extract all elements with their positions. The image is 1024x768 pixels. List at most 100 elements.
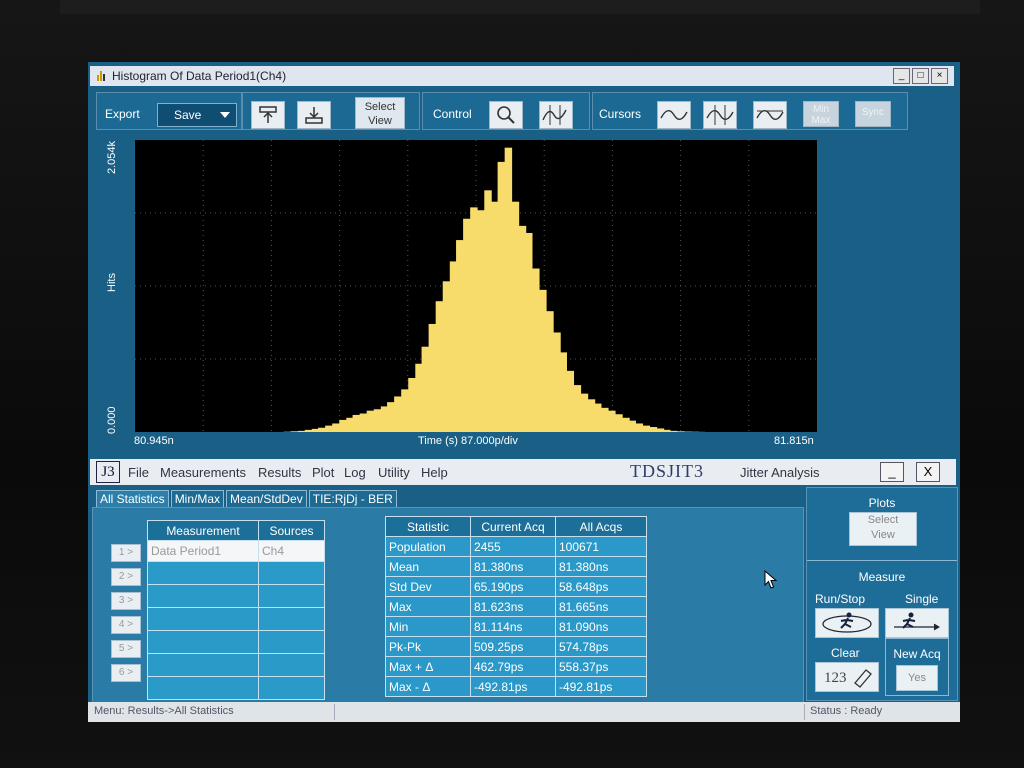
cursor-mode-1-button[interactable] bbox=[657, 101, 691, 129]
single-button[interactable] bbox=[885, 608, 949, 638]
cursors-label: Cursors bbox=[599, 107, 642, 121]
table-row[interactable] bbox=[147, 561, 325, 585]
move-down-button[interactable] bbox=[297, 101, 331, 129]
save-dropdown[interactable]: Save bbox=[157, 103, 237, 127]
vertical-cursor-icon bbox=[706, 105, 734, 125]
table-row[interactable] bbox=[147, 653, 325, 677]
cursor-mode-3-button[interactable] bbox=[753, 101, 787, 129]
measurement-table: Measurement Sources Data Period1 Ch4 bbox=[147, 520, 325, 700]
histogram-bar bbox=[477, 210, 485, 432]
histogram-bar bbox=[297, 430, 306, 432]
histogram-bar bbox=[290, 431, 299, 432]
menu-results[interactable]: Results bbox=[258, 465, 301, 480]
cursor-mode-2-button[interactable] bbox=[703, 101, 737, 129]
table-row[interactable]: Std Dev 65.190ps 58.648ps bbox=[385, 576, 647, 597]
histogram-bar bbox=[428, 323, 437, 432]
app-close-button[interactable]: X bbox=[916, 462, 940, 482]
min-max-button[interactable]: Min Max bbox=[803, 101, 839, 127]
row-select-button[interactable]: 4 > bbox=[111, 616, 141, 634]
new-acq-label: New Acq bbox=[893, 647, 941, 661]
menu-measurements[interactable]: Measurements bbox=[160, 465, 246, 480]
tab-mean-stddev[interactable]: Mean/StdDev bbox=[226, 490, 307, 508]
measurement-cell bbox=[147, 561, 259, 585]
sources-cell bbox=[258, 653, 325, 677]
screen: Histogram Of Data Period1(Ch4) _ □ × Exp… bbox=[88, 62, 960, 722]
sync-button[interactable]: Sync bbox=[855, 101, 891, 127]
menu-file[interactable]: File bbox=[128, 465, 149, 480]
current-acq-cell: -492.81ps bbox=[470, 676, 556, 697]
cursors-group: Cursors Min Max Sync bbox=[592, 92, 908, 130]
tab-tie-rjdj-ber[interactable]: TIE:RjDj - BER bbox=[308, 490, 397, 508]
minimize-button[interactable]: _ bbox=[893, 68, 910, 84]
histogram-bar bbox=[615, 414, 623, 432]
sources-cell: Ch4 bbox=[258, 540, 325, 562]
x-min-label: 80.945n bbox=[134, 435, 174, 447]
new-acq-yes-button[interactable]: Yes bbox=[896, 665, 938, 691]
menu-utility[interactable]: Utility bbox=[378, 465, 410, 480]
product-name: TDSJIT3 bbox=[630, 461, 704, 481]
row-select-button[interactable]: 1 > bbox=[111, 544, 141, 562]
menu-plot[interactable]: Plot bbox=[312, 465, 334, 480]
histogram-bar bbox=[559, 352, 567, 432]
table-row[interactable] bbox=[147, 676, 325, 700]
table-row[interactable] bbox=[147, 630, 325, 654]
histogram-bar bbox=[325, 425, 333, 432]
measurement-cell bbox=[147, 676, 259, 700]
menu-help[interactable]: Help bbox=[421, 465, 448, 480]
current-acq-cell: 81.623ns bbox=[470, 596, 556, 617]
table-row[interactable]: Data Period1 Ch4 bbox=[147, 540, 325, 562]
histogram-bar bbox=[421, 346, 430, 432]
magnifier-icon bbox=[497, 106, 515, 124]
all-acqs-cell: 58.648ps bbox=[555, 576, 647, 597]
statistic-header: Statistic bbox=[385, 516, 471, 537]
table-row[interactable]: Pk-Pk 509.25ps 574.78ps bbox=[385, 636, 647, 657]
run-stop-button[interactable] bbox=[815, 608, 879, 638]
table-row[interactable]: Max 81.623ns 81.665ns bbox=[385, 596, 647, 617]
table-row[interactable]: Max - Δ -492.81ps -492.81ps bbox=[385, 676, 647, 697]
status-text: Status : Ready bbox=[810, 705, 883, 717]
measurement-cell bbox=[147, 584, 259, 608]
select-view-button[interactable]: Select View bbox=[355, 97, 405, 129]
clear-button[interactable]: 123 bbox=[815, 662, 879, 692]
histogram-bar bbox=[504, 147, 513, 432]
close-button[interactable]: × bbox=[931, 68, 948, 84]
table-row[interactable]: Min 81.114ns 81.090ns bbox=[385, 616, 647, 637]
plots-select-view-button[interactable]: Select View bbox=[849, 512, 917, 546]
histogram-bar bbox=[525, 232, 533, 432]
divider bbox=[807, 560, 957, 561]
histogram-bar bbox=[642, 425, 651, 432]
current-acq-cell: 81.380ns bbox=[470, 556, 556, 577]
histogram-bar bbox=[497, 161, 506, 432]
run-stop-label: Run/Stop bbox=[815, 592, 866, 606]
row-select-button[interactable]: 6 > bbox=[111, 664, 141, 682]
statistic-cell: Population bbox=[385, 536, 471, 557]
row-select-button[interactable]: 5 > bbox=[111, 640, 141, 658]
table-row[interactable] bbox=[147, 607, 325, 631]
histogram-bar bbox=[649, 427, 658, 432]
waveform-control-button[interactable] bbox=[539, 101, 573, 129]
table-row[interactable]: Mean 81.380ns 81.380ns bbox=[385, 556, 647, 577]
tab-min-max[interactable]: Min/Max bbox=[170, 490, 225, 508]
table-row[interactable]: Population 2455 100671 bbox=[385, 536, 647, 557]
statistic-cell: Std Dev bbox=[385, 576, 471, 597]
menu-log[interactable]: Log bbox=[344, 465, 366, 480]
table-row[interactable] bbox=[147, 584, 325, 608]
maximize-button[interactable]: □ bbox=[912, 68, 929, 84]
divider bbox=[334, 704, 335, 720]
histogram-plot[interactable] bbox=[135, 140, 817, 432]
select-view-line1: Select bbox=[364, 101, 396, 113]
statistic-cell: Max - Δ bbox=[385, 676, 471, 697]
row-select-button[interactable]: 3 > bbox=[111, 592, 141, 610]
move-up-button[interactable] bbox=[251, 101, 285, 129]
histogram-bar bbox=[601, 407, 609, 432]
table-row[interactable]: Max + Δ 462.79ps 558.37ps bbox=[385, 656, 647, 677]
app-minimize-button[interactable]: _ bbox=[880, 462, 904, 482]
row-select-button[interactable]: 2 > bbox=[111, 568, 141, 586]
tab-all-statistics[interactable]: All Statistics bbox=[96, 490, 169, 508]
histogram-bar bbox=[573, 385, 582, 432]
histogram-bar bbox=[456, 240, 464, 432]
zoom-button[interactable] bbox=[489, 101, 523, 129]
min-max-line1: Min bbox=[812, 104, 830, 115]
histogram-bar bbox=[566, 370, 575, 432]
waveform-cursor-icon bbox=[660, 110, 688, 120]
